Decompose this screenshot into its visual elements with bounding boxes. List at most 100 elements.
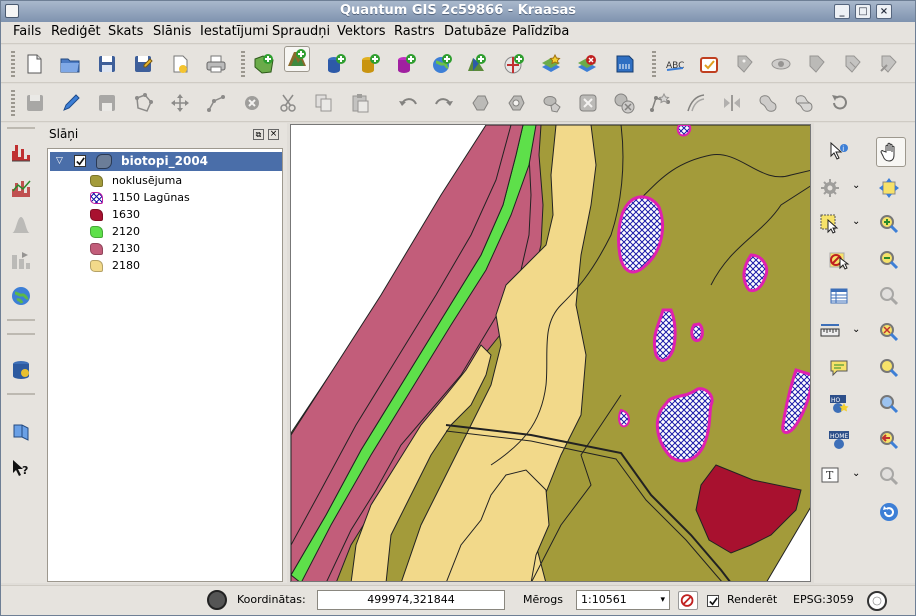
collapse-arrow-icon[interactable]: ▽	[56, 152, 63, 171]
zoom-next-icon[interactable]	[876, 463, 902, 489]
plugin-e-icon[interactable]	[840, 51, 866, 77]
pan-icon[interactable]	[876, 137, 906, 167]
menu-vector[interactable]: Vektors	[337, 24, 386, 39]
toolbar-grip[interactable]	[11, 90, 15, 116]
save-project-icon[interactable]	[94, 51, 120, 77]
new-layer-icon[interactable]	[538, 51, 564, 77]
chevron-down-icon[interactable]: ⌄	[852, 216, 860, 227]
reshape-icon[interactable]	[647, 90, 673, 116]
help-book-icon[interactable]	[8, 419, 34, 445]
add-wcs-layer-icon[interactable]	[463, 51, 489, 77]
chevron-down-icon[interactable]: ▾	[660, 591, 665, 609]
menu-raster[interactable]: Rastrs	[394, 24, 435, 39]
coordinates-field[interactable]: 499974,321844	[317, 590, 505, 610]
map-canvas[interactable]	[290, 124, 811, 582]
add-ring-icon[interactable]	[503, 90, 529, 116]
move-feature-icon[interactable]	[167, 90, 193, 116]
add-mssql-layer-icon[interactable]	[393, 51, 419, 77]
zoom-to-selection-icon[interactable]	[876, 319, 902, 345]
chevron-down-icon[interactable]: ⌄	[852, 468, 860, 479]
remove-layer-icon[interactable]	[574, 51, 600, 77]
toolbar-grip[interactable]	[11, 51, 15, 77]
menu-view[interactable]: Skats	[108, 24, 143, 39]
merge-attributes-icon[interactable]	[791, 90, 817, 116]
close-panel-button[interactable]: ×	[268, 129, 279, 140]
stop-render-icon[interactable]	[678, 591, 698, 610]
plugin-a-icon[interactable]	[696, 51, 722, 77]
chevron-down-icon[interactable]: ⌄	[852, 180, 860, 191]
plugin-b-icon[interactable]	[732, 51, 758, 77]
maximize-button[interactable]: □	[855, 4, 871, 19]
add-raster-layer-icon[interactable]	[284, 46, 310, 72]
render-checkbox[interactable]	[707, 595, 719, 607]
open-project-icon[interactable]	[57, 51, 83, 77]
close-button[interactable]: ×	[876, 4, 892, 19]
new-project-icon[interactable]	[21, 51, 47, 77]
database-icon[interactable]	[8, 357, 34, 383]
node-tool-icon[interactable]	[203, 90, 229, 116]
plugin-f-icon[interactable]	[876, 51, 902, 77]
add-vector-layer-icon[interactable]	[251, 51, 277, 77]
layer-row[interactable]: ▽ biotopi_2004	[50, 152, 282, 171]
delete-part-icon[interactable]	[611, 90, 637, 116]
save-as-icon[interactable]	[130, 51, 156, 77]
delete-selected-icon[interactable]	[239, 90, 265, 116]
menu-help[interactable]: Palīdzība	[512, 24, 569, 39]
chevron-down-icon[interactable]: ⌄	[852, 324, 860, 335]
toggle-editing-icon[interactable]	[58, 90, 84, 116]
plugin-c-icon[interactable]	[768, 51, 794, 77]
measure-icon[interactable]	[817, 319, 843, 345]
current-edits-icon[interactable]	[94, 90, 120, 116]
coordinate-toggle-icon[interactable]	[207, 590, 227, 610]
text-annotation-icon[interactable]: T	[817, 463, 843, 489]
simplify-feature-icon[interactable]	[467, 90, 493, 116]
new-bookmark-icon[interactable]: HO	[826, 391, 852, 417]
histogram-a-icon[interactable]	[8, 139, 34, 165]
copy-features-icon[interactable]	[311, 90, 337, 116]
menu-plugins[interactable]: Spraudņi	[272, 24, 330, 39]
new-print-composer-icon[interactable]	[167, 51, 193, 77]
toolbar-grip[interactable]	[241, 51, 245, 77]
spell-label-icon[interactable]: ABC	[662, 51, 688, 77]
zoom-last-icon[interactable]	[876, 427, 902, 453]
add-postgis-layer-icon[interactable]	[323, 51, 349, 77]
dock-grip[interactable]	[7, 319, 35, 321]
identify-icon[interactable]: i	[826, 138, 852, 164]
globe-icon[interactable]	[8, 283, 34, 309]
minimize-button[interactable]: _	[834, 4, 850, 19]
zoom-to-layer-icon[interactable]	[876, 355, 902, 381]
add-feature-icon[interactable]	[131, 90, 157, 116]
attribute-table-icon[interactable]	[826, 283, 852, 309]
menu-settings[interactable]: Iestatījumi	[200, 24, 269, 39]
rotate-symbol-icon[interactable]	[827, 90, 853, 116]
offset-curve-icon[interactable]	[683, 90, 709, 116]
map-tips-icon[interactable]	[826, 355, 852, 381]
merge-features-icon[interactable]	[755, 90, 781, 116]
paste-features-icon[interactable]	[347, 90, 373, 116]
add-delimited-text-icon[interactable]	[612, 51, 638, 77]
delete-ring-icon[interactable]	[575, 90, 601, 116]
pan-to-selection-icon[interactable]	[876, 175, 902, 201]
whats-this-icon[interactable]: ?	[8, 455, 34, 481]
scale-combobox[interactable]: 1:10561 ▾	[576, 590, 670, 610]
undo-icon[interactable]	[395, 90, 421, 116]
zoom-out-icon[interactable]	[876, 247, 902, 273]
dock-grip[interactable]	[7, 393, 35, 395]
histogram-c-icon[interactable]	[8, 211, 34, 237]
dock-grip[interactable]	[7, 333, 35, 335]
histogram-d-icon[interactable]	[8, 247, 34, 273]
menu-edit[interactable]: Rediģēt	[51, 24, 101, 39]
show-bookmarks-icon[interactable]: HOME	[826, 427, 852, 453]
split-features-icon[interactable]	[719, 90, 745, 116]
refresh-icon[interactable]	[876, 499, 902, 525]
histogram-b-icon[interactable]	[8, 175, 34, 201]
cut-features-icon[interactable]	[275, 90, 301, 116]
menu-database[interactable]: Datubāze	[444, 24, 506, 39]
menu-file[interactable]: Fails	[13, 24, 41, 39]
projection-icon[interactable]	[867, 591, 887, 611]
select-icon[interactable]	[817, 211, 843, 237]
redo-icon[interactable]	[431, 90, 457, 116]
menu-layer[interactable]: Slānis	[153, 24, 191, 39]
gear-icon[interactable]	[817, 175, 843, 201]
zoom-actual-icon[interactable]	[876, 391, 902, 417]
